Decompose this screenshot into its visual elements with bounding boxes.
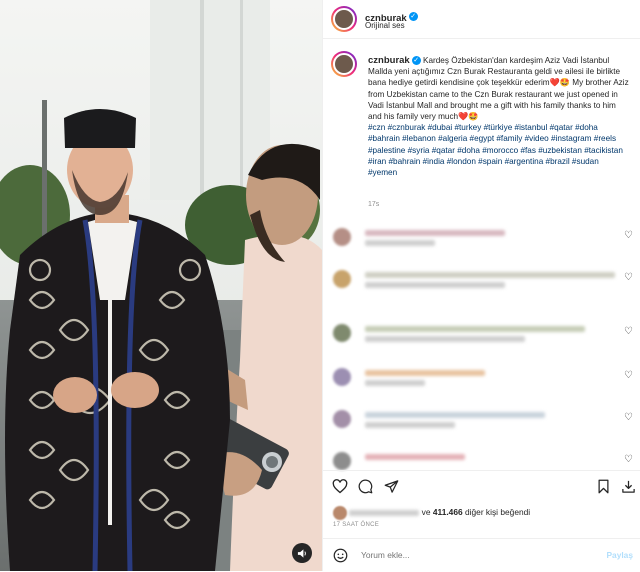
like-comment-heart-icon[interactable]: ♡ [624, 412, 633, 423]
action-bar [323, 470, 640, 501]
like-comment-heart-icon[interactable]: ♡ [624, 272, 633, 283]
like-comment-heart-icon[interactable]: ♡ [624, 230, 633, 241]
emoji-smiley-icon[interactable] [333, 548, 348, 563]
comment-item: ♡ [333, 408, 633, 428]
caption-hashtags[interactable]: #czn #cznburak #dubai #turkey #türkiye #… [368, 122, 630, 178]
comment-input[interactable] [359, 549, 573, 561]
commenter-avatar[interactable] [333, 368, 351, 386]
commenter-avatar[interactable] [333, 324, 351, 342]
verified-badge-icon: ✓ [411, 56, 421, 66]
caption-emoji-en: ❤️🤩 [458, 112, 479, 122]
post-caption: cznburak ✓ Kardeş Özbekistan'dan kardeşim… [368, 55, 630, 178]
post-side-panel: cznburak ✓ Orijinal ses cznburak ✓ Kardeş … [322, 0, 640, 571]
comment-text-blurred [365, 230, 505, 236]
comment-text-blurred [365, 326, 585, 332]
commenter-avatar[interactable] [333, 452, 351, 470]
comment-text-blurred [365, 454, 465, 460]
like-comment-heart-icon[interactable]: ♡ [624, 326, 633, 337]
like-comment-heart-icon[interactable]: ♡ [624, 370, 633, 381]
commenter-avatar[interactable] [333, 228, 351, 246]
comment-meta-blurred [365, 282, 505, 288]
comment-text-blurred [365, 272, 615, 278]
caption-emoji-tr: ❤️🤩 [549, 78, 570, 88]
commenter-avatar[interactable] [333, 410, 351, 428]
comment-meta-blurred [365, 336, 525, 342]
comment-item: ♡ [333, 322, 633, 342]
download-icon[interactable] [621, 479, 636, 494]
likes-prefix: ve [421, 507, 431, 518]
comment-item: ♡ [333, 366, 633, 386]
post-header: cznburak ✓ Orijinal ses [323, 0, 640, 39]
add-comment-bar: Paylaş [323, 538, 640, 572]
likes-summary: ve 411.466 diğer kişi beğendi [333, 506, 530, 520]
bookmark-save-icon[interactable] [597, 479, 610, 494]
post-video-frame [0, 0, 322, 571]
like-heart-icon[interactable] [332, 479, 348, 494]
likes-suffix: diğer kişi beğendi [464, 507, 531, 518]
author-avatar[interactable] [331, 6, 357, 32]
like-comment-heart-icon[interactable]: ♡ [624, 454, 633, 465]
comment-meta-blurred [365, 422, 455, 428]
caption-avatar[interactable] [331, 51, 357, 77]
audio-label[interactable]: Orijinal ses [365, 21, 405, 30]
comment-meta-blurred [365, 380, 425, 386]
speaker-icon [297, 548, 306, 558]
comment-item: ♡ [333, 268, 633, 288]
verified-badge-icon: ✓ [408, 12, 418, 22]
liker-avatar[interactable] [333, 506, 347, 520]
comment-text-blurred [365, 412, 545, 418]
comment-meta-blurred [365, 240, 435, 246]
caption-timestamp[interactable]: 17s [368, 201, 379, 208]
comment-item: ♡ [333, 450, 633, 470]
likes-count[interactable]: 411.466 [433, 507, 463, 517]
caption-username[interactable]: cznburak [368, 55, 410, 66]
audio-toggle-button[interactable] [292, 543, 312, 563]
comment-text-blurred [365, 370, 485, 376]
commenter-avatar[interactable] [333, 270, 351, 288]
comment-item: ♡ [333, 226, 633, 246]
post-media[interactable] [0, 0, 322, 571]
post-comment-button[interactable]: Paylaş [606, 550, 633, 560]
post-timestamp[interactable]: 17 SAAT ÖNCE [333, 522, 379, 528]
liker-name-blurred[interactable] [349, 510, 420, 516]
share-send-icon[interactable] [384, 479, 399, 494]
comment-bubble-icon[interactable] [358, 479, 373, 494]
